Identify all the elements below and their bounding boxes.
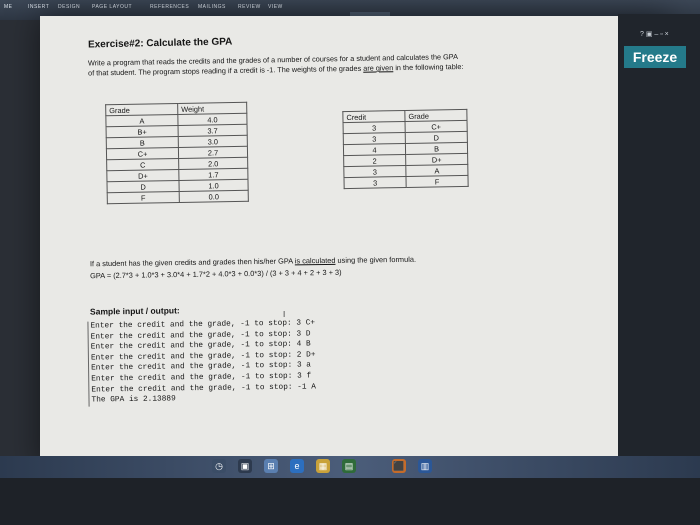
grade-cell: F	[107, 191, 180, 204]
ribbon-tab-mailings[interactable]: MAILINGS	[198, 4, 226, 10]
table-row: 3F	[343, 175, 469, 189]
excel-icon[interactable]: ▤	[342, 459, 356, 473]
weight-cell: 0.0	[179, 190, 249, 203]
description-text-end: in the following table:	[393, 61, 464, 73]
underlined-text: are given	[363, 63, 394, 73]
start-icon[interactable]: ⊞	[264, 459, 278, 473]
sample-heading: Sample input / output:	[89, 305, 180, 317]
ribbon-tab-home[interactable]: ME	[4, 4, 13, 10]
credits-grades-table: Credit Grade 3 C+ 3D 4B 2 D+ 3A 3F	[342, 109, 469, 189]
formula-intro-text: If a student has the given credits and g…	[89, 256, 295, 269]
window-controls[interactable]: ? ▣ – ▫ ×	[640, 30, 669, 38]
ribbon-tab-review[interactable]: REVIEW	[238, 4, 261, 10]
exercise-description: Write a program that reads the credits a…	[88, 49, 608, 78]
text-cursor: I	[283, 310, 286, 319]
folder-icon[interactable]: ▦	[316, 459, 330, 473]
document-page: Exercise#2: Calculate the GPA Write a pr…	[78, 28, 638, 468]
clock-icon[interactable]: ◷	[212, 459, 226, 473]
grade-weights-table: Grade Weight A 4.0 B+ 3.7 B 3.0 C+ 2.7 C 2.0 …	[105, 102, 249, 204]
window-icon[interactable]: ▣	[238, 459, 252, 473]
ribbon-tab-references[interactable]: REFERENCES	[150, 4, 189, 10]
grade-cell: F	[405, 175, 469, 188]
exercise-title: Exercise#2: Calculate the GPA	[87, 36, 233, 51]
desk-surface	[0, 478, 700, 525]
console-result-line: The GPA is 2.13889	[91, 395, 176, 405]
credit-cell: 3	[343, 176, 407, 189]
ribbon-tab-page-layout[interactable]: PAGE LAYOUT	[92, 4, 132, 10]
powerpoint-icon[interactable]: ⬛	[392, 459, 406, 473]
ribbon-tab-view[interactable]: VIEW	[268, 4, 283, 10]
browser-icon[interactable]: e	[290, 459, 304, 473]
table-row: F 0.0	[107, 190, 249, 204]
ribbon-tab-design[interactable]: DESIGN	[58, 4, 80, 10]
formula-intro-end: using the given formula.	[335, 254, 417, 265]
formula-block: If a student has the given credits and g…	[90, 254, 416, 283]
ribbon-tab-insert[interactable]: INSERT	[28, 4, 49, 10]
word-icon[interactable]: ▥	[418, 459, 432, 473]
underlined-text: is calculated	[294, 255, 336, 266]
sample-console-output: Enter the credit and the grade, -1 to st…	[87, 318, 317, 407]
